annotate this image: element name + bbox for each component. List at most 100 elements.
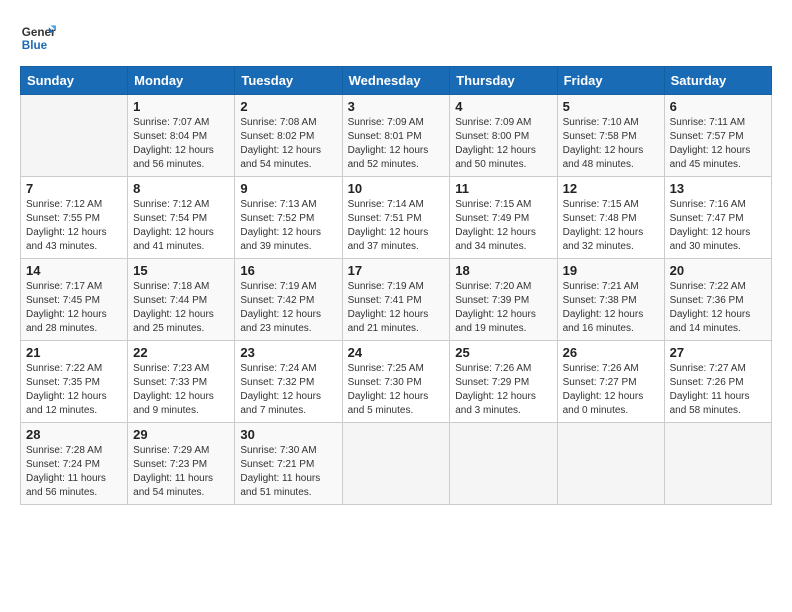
day-info: Sunrise: 7:16 AM Sunset: 7:47 PM Dayligh…: [670, 198, 766, 254]
day-number: 25: [455, 345, 551, 360]
day-info: Sunrise: 7:12 AM Sunset: 7:55 PM Dayligh…: [26, 198, 122, 254]
day-of-week-header: Wednesday: [342, 67, 450, 95]
calendar-day-cell: 9 Sunrise: 7:13 AM Sunset: 7:52 PM Daylig…: [235, 177, 342, 259]
day-info: Sunrise: 7:15 AM Sunset: 7:48 PM Dayligh…: [563, 198, 659, 254]
day-number: 3: [348, 99, 445, 114]
day-number: 1: [133, 99, 229, 114]
day-info: Sunrise: 7:10 AM Sunset: 7:58 PM Dayligh…: [563, 116, 659, 172]
calendar-day-cell: 18 Sunrise: 7:20 AM Sunset: 7:39 PM Dayli…: [450, 259, 557, 341]
day-info: Sunrise: 7:18 AM Sunset: 7:44 PM Dayligh…: [133, 280, 229, 336]
day-info: Sunrise: 7:21 AM Sunset: 7:38 PM Dayligh…: [563, 280, 659, 336]
day-number: 21: [26, 345, 122, 360]
day-info: Sunrise: 7:15 AM Sunset: 7:49 PM Dayligh…: [455, 198, 551, 254]
calendar-day-cell: [664, 423, 771, 505]
calendar-day-cell: 3 Sunrise: 7:09 AM Sunset: 8:01 PM Daylig…: [342, 95, 450, 177]
day-info: Sunrise: 7:08 AM Sunset: 8:02 PM Dayligh…: [240, 116, 336, 172]
day-info: Sunrise: 7:27 AM Sunset: 7:26 PM Dayligh…: [670, 362, 766, 418]
day-number: 5: [563, 99, 659, 114]
calendar-week-row: 7 Sunrise: 7:12 AM Sunset: 7:55 PM Daylig…: [21, 177, 772, 259]
svg-text:General: General: [22, 26, 56, 39]
calendar-body: 1 Sunrise: 7:07 AM Sunset: 8:04 PM Daylig…: [21, 95, 772, 505]
calendar-day-cell: [21, 95, 128, 177]
day-number: 15: [133, 263, 229, 278]
day-info: Sunrise: 7:25 AM Sunset: 7:30 PM Dayligh…: [348, 362, 445, 418]
calendar-day-cell: 25 Sunrise: 7:26 AM Sunset: 7:29 PM Dayli…: [450, 341, 557, 423]
calendar-day-cell: 26 Sunrise: 7:26 AM Sunset: 7:27 PM Dayli…: [557, 341, 664, 423]
day-number: 13: [670, 181, 766, 196]
day-of-week-header: Tuesday: [235, 67, 342, 95]
calendar-day-cell: 10Sunrise: 7:14 AM Sunset: 7:51 PM Dayli…: [342, 177, 450, 259]
day-number: 9: [240, 181, 336, 196]
day-info: Sunrise: 7:20 AM Sunset: 7:39 PM Dayligh…: [455, 280, 551, 336]
day-number: 14: [26, 263, 122, 278]
day-number: 24: [348, 345, 445, 360]
day-number: 23: [240, 345, 336, 360]
calendar-day-cell: 29 Sunrise: 7:29 AM Sunset: 7:23 PM Dayli…: [128, 423, 235, 505]
day-info: Sunrise: 7:12 AM Sunset: 7:54 PM Dayligh…: [133, 198, 229, 254]
day-info: Sunrise: 7:26 AM Sunset: 7:27 PM Dayligh…: [563, 362, 659, 418]
day-number: 29: [133, 427, 229, 442]
day-info: Sunrise: 7:22 AM Sunset: 7:35 PM Dayligh…: [26, 362, 122, 418]
day-number: 22: [133, 345, 229, 360]
calendar-day-cell: 27Sunrise: 7:27 AM Sunset: 7:26 PM Dayli…: [664, 341, 771, 423]
calendar-day-cell: 7 Sunrise: 7:12 AM Sunset: 7:55 PM Daylig…: [21, 177, 128, 259]
day-info: Sunrise: 7:22 AM Sunset: 7:36 PM Dayligh…: [670, 280, 766, 336]
calendar-week-row: 1 Sunrise: 7:07 AM Sunset: 8:04 PM Daylig…: [21, 95, 772, 177]
day-number: 10: [348, 181, 445, 196]
day-of-week-header: Friday: [557, 67, 664, 95]
day-info: Sunrise: 7:24 AM Sunset: 7:32 PM Dayligh…: [240, 362, 336, 418]
day-info: Sunrise: 7:11 AM Sunset: 7:57 PM Dayligh…: [670, 116, 766, 172]
page-header: General Blue: [20, 20, 772, 56]
calendar-day-cell: 30 Sunrise: 7:30 AM Sunset: 7:21 PM Dayli…: [235, 423, 342, 505]
day-number: 28: [26, 427, 122, 442]
calendar-day-cell: 19Sunrise: 7:21 AM Sunset: 7:38 PM Dayli…: [557, 259, 664, 341]
day-number: 6: [670, 99, 766, 114]
day-number: 26: [563, 345, 659, 360]
calendar-day-cell: 14 Sunrise: 7:17 AM Sunset: 7:45 PM Dayli…: [21, 259, 128, 341]
day-info: Sunrise: 7:07 AM Sunset: 8:04 PM Dayligh…: [133, 116, 229, 172]
calendar-day-cell: 21 Sunrise: 7:22 AM Sunset: 7:35 PM Dayli…: [21, 341, 128, 423]
day-info: Sunrise: 7:30 AM Sunset: 7:21 PM Dayligh…: [240, 444, 336, 500]
day-info: Sunrise: 7:26 AM Sunset: 7:29 PM Dayligh…: [455, 362, 551, 418]
calendar-week-row: 21 Sunrise: 7:22 AM Sunset: 7:35 PM Dayli…: [21, 341, 772, 423]
day-number: 7: [26, 181, 122, 196]
day-of-week-header: Saturday: [664, 67, 771, 95]
calendar-week-row: 28 Sunrise: 7:28 AM Sunset: 7:24 PM Dayli…: [21, 423, 772, 505]
calendar-day-cell: [450, 423, 557, 505]
calendar-day-cell: 8 Sunrise: 7:12 AM Sunset: 7:54 PM Daylig…: [128, 177, 235, 259]
calendar-day-cell: [557, 423, 664, 505]
day-info: Sunrise: 7:19 AM Sunset: 7:42 PM Dayligh…: [240, 280, 336, 336]
calendar-day-cell: 17 Sunrise: 7:19 AM Sunset: 7:41 PM Dayli…: [342, 259, 450, 341]
day-number: 8: [133, 181, 229, 196]
day-info: Sunrise: 7:23 AM Sunset: 7:33 PM Dayligh…: [133, 362, 229, 418]
day-number: 18: [455, 263, 551, 278]
logo: General Blue: [20, 20, 56, 56]
day-info: Sunrise: 7:28 AM Sunset: 7:24 PM Dayligh…: [26, 444, 122, 500]
day-info: Sunrise: 7:29 AM Sunset: 7:23 PM Dayligh…: [133, 444, 229, 500]
day-info: Sunrise: 7:17 AM Sunset: 7:45 PM Dayligh…: [26, 280, 122, 336]
day-number: 30: [240, 427, 336, 442]
day-info: Sunrise: 7:13 AM Sunset: 7:52 PM Dayligh…: [240, 198, 336, 254]
calendar-day-cell: 11 Sunrise: 7:15 AM Sunset: 7:49 PM Dayli…: [450, 177, 557, 259]
logo-icon: General Blue: [20, 20, 56, 56]
svg-text:Blue: Blue: [22, 39, 48, 52]
day-number: 2: [240, 99, 336, 114]
calendar-day-cell: 22 Sunrise: 7:23 AM Sunset: 7:33 PM Dayli…: [128, 341, 235, 423]
calendar-day-cell: 2 Sunrise: 7:08 AM Sunset: 8:02 PM Daylig…: [235, 95, 342, 177]
day-number: 17: [348, 263, 445, 278]
day-info: Sunrise: 7:09 AM Sunset: 8:01 PM Dayligh…: [348, 116, 445, 172]
calendar-day-cell: 6 Sunrise: 7:11 AM Sunset: 7:57 PM Daylig…: [664, 95, 771, 177]
day-number: 12: [563, 181, 659, 196]
day-of-week-header: Thursday: [450, 67, 557, 95]
day-info: Sunrise: 7:19 AM Sunset: 7:41 PM Dayligh…: [348, 280, 445, 336]
calendar-week-row: 14 Sunrise: 7:17 AM Sunset: 7:45 PM Dayli…: [21, 259, 772, 341]
calendar-day-cell: 5 Sunrise: 7:10 AM Sunset: 7:58 PM Daylig…: [557, 95, 664, 177]
day-number: 11: [455, 181, 551, 196]
day-number: 4: [455, 99, 551, 114]
calendar-day-cell: 1 Sunrise: 7:07 AM Sunset: 8:04 PM Daylig…: [128, 95, 235, 177]
calendar-day-cell: 4 Sunrise: 7:09 AM Sunset: 8:00 PM Daylig…: [450, 95, 557, 177]
day-info: Sunrise: 7:09 AM Sunset: 8:00 PM Dayligh…: [455, 116, 551, 172]
calendar-table: SundayMondayTuesdayWednesdayThursdayFrid…: [20, 66, 772, 505]
day-number: 16: [240, 263, 336, 278]
day-number: 20: [670, 263, 766, 278]
